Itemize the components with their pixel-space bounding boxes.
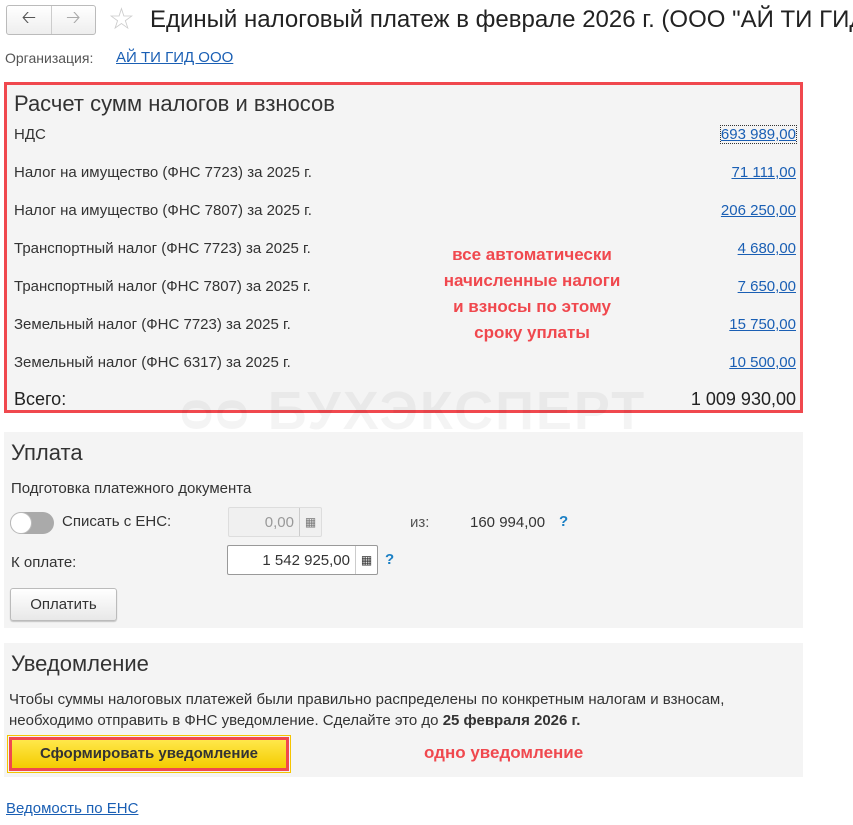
tax-row: НДС 693 989,00 xyxy=(14,125,798,146)
notification-body: Чтобы суммы налоговых платежей были прав… xyxy=(9,691,725,729)
arrow-left-icon: 🡠 xyxy=(21,7,37,27)
topay-field[interactable]: 1 542 925,00 ▦ xyxy=(227,545,378,575)
tax-label: Налог на имущество (ФНС 7723) за 2025 г. xyxy=(14,164,312,181)
page-title: Единый налоговый платеж в феврале 2026 г… xyxy=(150,6,853,33)
tax-label: Налог на имущество (ФНС 7807) за 2025 г. xyxy=(14,202,312,219)
total-value: 1 009 930,00 xyxy=(690,389,796,409)
ens-amount-field[interactable]: 0,00 ▦ xyxy=(228,507,322,537)
tax-row: Земельный налог (ФНС 6317) за 2025 г. 10 … xyxy=(14,354,796,374)
organization-label: Организация: xyxy=(5,50,94,66)
create-notification-button[interactable]: Сформировать уведомление xyxy=(7,735,291,773)
watermark-logo: ᴑᴑ БУХЭКСПЕРТ xyxy=(180,380,646,442)
notification-deadline: 25 февраля 2026 г. xyxy=(442,712,581,729)
calc-annotation: все автоматически начисленные налоги и в… xyxy=(387,242,677,346)
tax-amount-link[interactable]: 4 680,00 xyxy=(738,240,796,257)
arrow-right-icon: 🡢 xyxy=(65,7,81,27)
tax-label: Транспортный налог (ФНС 7723) за 2025 г. xyxy=(14,240,311,257)
notification-annotation: одно уведомление xyxy=(424,743,584,762)
tax-label: НДС xyxy=(14,126,46,143)
back-button[interactable]: 🡠 xyxy=(7,6,51,34)
favorite-star-icon[interactable]: ☆ xyxy=(108,2,135,37)
calculator-icon[interactable]: ▦ xyxy=(299,508,321,536)
annotation-line: начисленные налоги xyxy=(443,271,621,290)
ens-amount-value: 0,00 xyxy=(264,514,294,531)
notification-text: Чтобы суммы налоговых платежей были прав… xyxy=(9,689,769,731)
pay-button[interactable]: Оплатить xyxy=(10,588,117,621)
ens-balance: 160 994,00 xyxy=(470,514,546,531)
tax-row: Налог на имущество (ФНС 7723) за 2025 г.… xyxy=(14,164,796,184)
organization-link[interactable]: АЙ ТИ ГИД ООО xyxy=(116,49,233,66)
ens-statement-link[interactable]: Ведомость по ЕНС xyxy=(6,800,138,817)
tax-amount-link[interactable]: 206 250,00 xyxy=(721,202,796,219)
forward-button[interactable]: 🡢 xyxy=(50,6,96,34)
tax-amount-link[interactable]: 693 989,00 xyxy=(719,125,798,144)
ens-toggle[interactable] xyxy=(10,512,54,534)
payment-subtitle: Подготовка платежного документа xyxy=(11,480,252,497)
tax-label: Земельный налог (ФНС 7723) за 2025 г. xyxy=(14,316,291,333)
tax-label: Транспортный налог (ФНС 7807) за 2025 г. xyxy=(14,278,311,295)
topay-label: К оплате: xyxy=(11,554,77,571)
payment-panel: Уплата Подготовка платежного документа С… xyxy=(4,432,803,628)
annotation-line: все автоматически xyxy=(452,245,612,264)
tax-amount-link[interactable]: 71 111,00 xyxy=(731,164,796,181)
ens-label: Списать с ЕНС: xyxy=(62,513,172,530)
calc-title: Расчет сумм налогов и взносов xyxy=(14,91,335,116)
calculator-icon[interactable]: ▦ xyxy=(355,546,377,574)
tax-amount-link[interactable]: 7 650,00 xyxy=(738,278,796,295)
annotation-line: и взносы по этому xyxy=(453,297,611,316)
annotation-line: сроку уплаты xyxy=(474,323,590,342)
tax-row: Налог на имущество (ФНС 7807) за 2025 г.… xyxy=(14,202,796,222)
tax-label: Земельный налог (ФНС 6317) за 2025 г. xyxy=(14,354,291,371)
of-label: из: xyxy=(410,514,430,531)
navigation-buttons: 🡠 🡢 xyxy=(6,5,96,35)
help-icon[interactable]: ? xyxy=(385,551,394,568)
help-icon[interactable]: ? xyxy=(559,513,568,530)
total-label: Всего: xyxy=(14,389,67,409)
tax-amount-link[interactable]: 15 750,00 xyxy=(729,316,796,333)
topay-value: 1 542 925,00 xyxy=(262,552,350,569)
notification-title: Уведомление xyxy=(11,651,149,676)
payment-title: Уплата xyxy=(11,440,83,465)
tax-calculation-panel: Расчет сумм налогов и взносов НДС 693 989… xyxy=(4,82,803,413)
tax-amount-link[interactable]: 10 500,00 xyxy=(729,354,796,371)
